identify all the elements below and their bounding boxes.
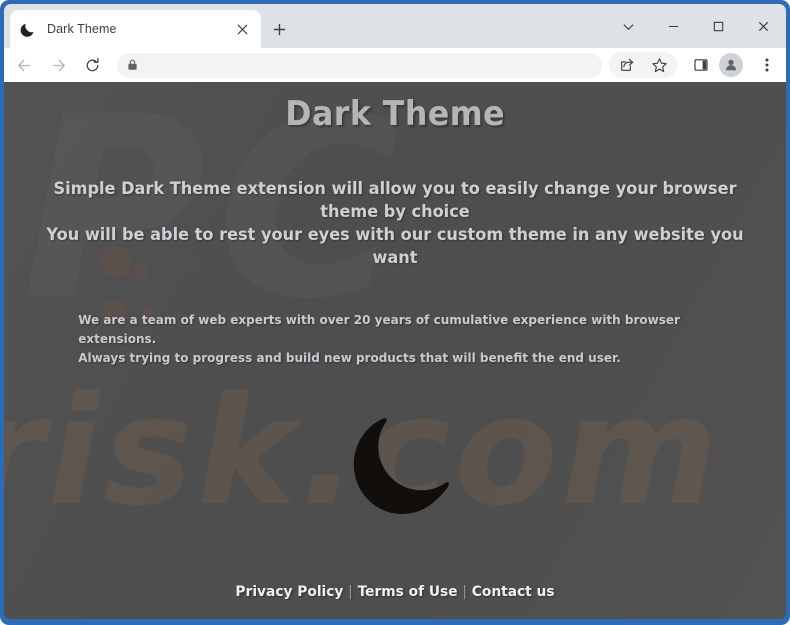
- crescent-moon-icon: [20, 23, 34, 37]
- footer-separator: |: [462, 584, 467, 600]
- about-line-1: We are a team of web experts with over 2…: [78, 312, 680, 346]
- three-dot-menu-icon: [765, 58, 769, 72]
- share-icon: [621, 58, 634, 71]
- minimize-button[interactable]: [651, 4, 696, 48]
- logo: [315, 387, 475, 547]
- lead-line-1: Simple Dark Theme extension will allow y…: [53, 179, 737, 222]
- page-footer: Privacy Policy | Terms of Use | Contact us: [24, 584, 767, 600]
- reload-icon: [86, 57, 99, 71]
- page-viewport: PC risk.com Dark Theme Simple Dark Theme…: [4, 82, 786, 619]
- side-panel-button[interactable]: [687, 51, 715, 79]
- page-title: Dark Theme: [285, 94, 505, 134]
- window-controls: [606, 4, 786, 48]
- browser-window: Dark Theme PC Dark Theme Simple Dark The…: [0, 0, 790, 625]
- lead-paragraph: Simple Dark Theme extension will allow y…: [45, 178, 744, 270]
- bookmark-button[interactable]: [645, 51, 673, 79]
- browser-toolbar: [4, 48, 786, 82]
- about-paragraph: We are a team of web experts with over 2…: [69, 310, 722, 367]
- chevron-down-icon: [623, 23, 634, 30]
- close-window-button[interactable]: [741, 4, 786, 48]
- terms-of-use-link[interactable]: Terms of Use: [358, 584, 458, 600]
- back-arrow-icon: [17, 59, 30, 71]
- share-bookmark-group: [609, 52, 677, 78]
- profile-avatar-icon: [725, 59, 737, 71]
- browser-tab-strip: Dark Theme: [4, 4, 786, 48]
- maximize-button[interactable]: [696, 4, 741, 48]
- address-bar[interactable]: [117, 52, 602, 78]
- browser-tab[interactable]: Dark Theme: [10, 10, 261, 48]
- lead-line-2: You will be able to rest your eyes with …: [46, 225, 744, 268]
- lock-icon: [128, 59, 137, 70]
- new-tab-button[interactable]: [266, 16, 292, 42]
- side-panel-icon: [694, 59, 708, 71]
- minimize-icon: [668, 25, 679, 27]
- maximize-icon: [713, 21, 724, 31]
- browser-tab-title: Dark Theme: [47, 22, 117, 36]
- tab-close-icon[interactable]: [232, 19, 252, 39]
- crescent-moon-icon: [353, 418, 450, 515]
- privacy-policy-link[interactable]: Privacy Policy: [235, 584, 343, 600]
- forward-button[interactable]: [44, 51, 72, 79]
- toolbar-actions: [609, 51, 786, 79]
- back-button[interactable]: [10, 51, 38, 79]
- star-icon: [651, 57, 667, 72]
- tab-search-button[interactable]: [606, 4, 651, 48]
- share-button[interactable]: [613, 51, 641, 79]
- forward-arrow-icon: [52, 59, 65, 71]
- page-content: Dark Theme Simple Dark Theme extension w…: [4, 82, 786, 619]
- contact-us-link[interactable]: Contact us: [472, 584, 555, 600]
- plus-icon: [273, 23, 285, 35]
- close-icon: [758, 21, 769, 31]
- footer-separator: |: [348, 584, 353, 600]
- about-line-2: Always trying to progress and build new …: [78, 350, 621, 365]
- browser-menu-button[interactable]: [753, 51, 781, 79]
- profile-button[interactable]: [719, 53, 743, 77]
- reload-button[interactable]: [78, 51, 106, 79]
